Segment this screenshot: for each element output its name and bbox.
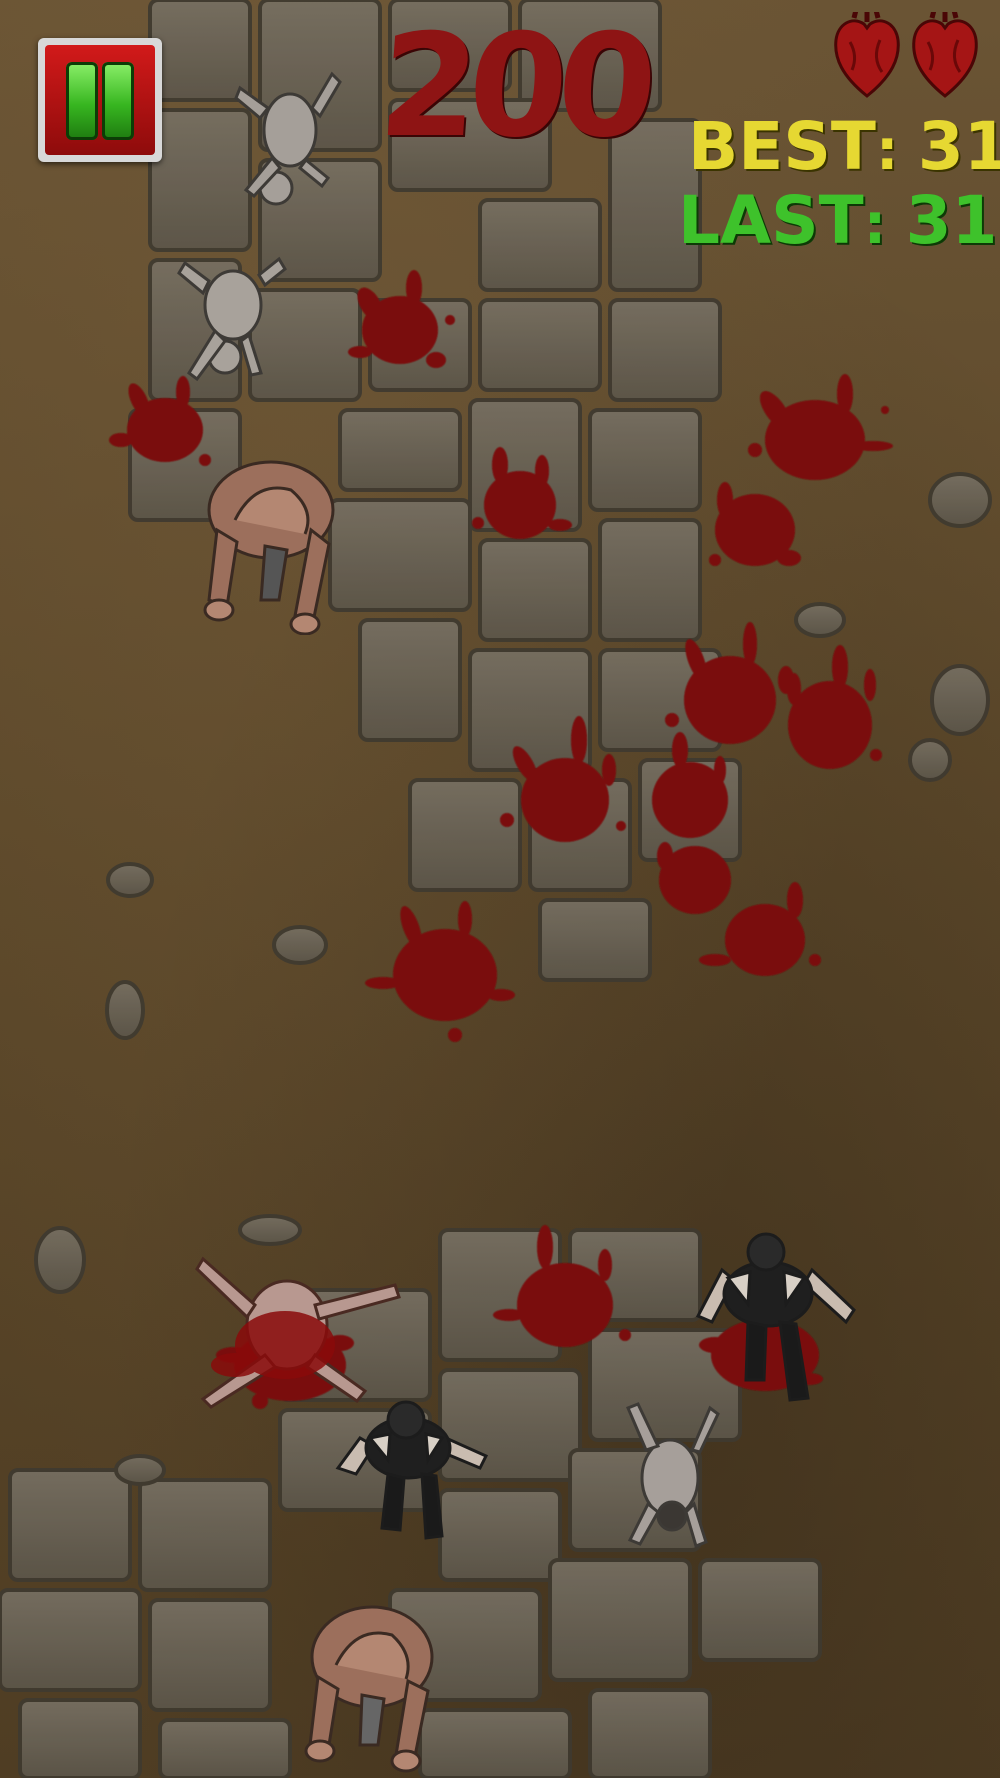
best-score-value: 310: [917, 108, 1000, 185]
last-score-value: 310: [905, 182, 1000, 259]
pause-button[interactable]: [38, 38, 162, 162]
pause-bar-left: [66, 62, 98, 140]
heart-icon: [834, 12, 900, 98]
best-score: BEST: 310: [688, 112, 1000, 186]
game-scene[interactable]: 200 BEST: 310 LAST: 310: [0, 0, 1000, 1778]
pause-bar-right: [102, 62, 134, 140]
current-score: 200: [374, 4, 653, 169]
pause-icon: [45, 45, 155, 155]
last-score-label: LAST: [678, 182, 864, 259]
lives-indicator: [832, 12, 982, 102]
stone-path-background: [0, 0, 992, 1778]
zombie-crawler-2[interactable]: [175, 245, 287, 385]
police-zombie-1[interactable]: [330, 1398, 490, 1543]
last-score: LAST: 310: [678, 186, 1000, 260]
zombie-corpse: [195, 1256, 401, 1409]
heart-icon: [912, 12, 978, 98]
zombie-brute-2[interactable]: [300, 1595, 442, 1773]
zombie-crawler-3[interactable]: [620, 1400, 720, 1548]
best-score-label: BEST: [688, 108, 876, 185]
police-zombie-2[interactable]: [692, 1230, 860, 1408]
zombie-crawler-1[interactable]: [232, 68, 342, 210]
zombie-brute-1[interactable]: [195, 450, 345, 635]
